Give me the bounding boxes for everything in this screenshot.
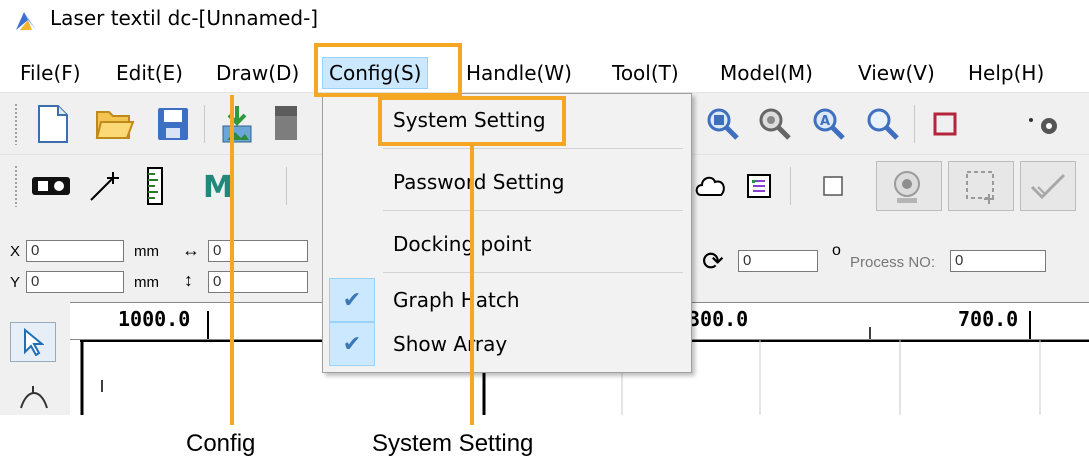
window-title: Laser textil dc-[Unnamed-]: [50, 6, 319, 30]
cloud-shape-icon[interactable]: [688, 163, 734, 209]
x-label: X: [10, 243, 21, 260]
select-frame-icon[interactable]: [922, 101, 968, 147]
import-icon[interactable]: [214, 101, 260, 147]
menu-item-label: Graph Hatch: [393, 288, 520, 312]
zoom-window-icon[interactable]: [752, 101, 798, 147]
menu-separator: [383, 148, 683, 149]
menu-item-show-array[interactable]: ✔ Show Array: [323, 322, 691, 366]
width-input[interactable]: 0: [208, 240, 308, 262]
option-checkbox[interactable]: [810, 163, 856, 209]
svg-text:A: A: [820, 114, 830, 129]
toolbar-grip[interactable]: [14, 165, 18, 207]
x-input[interactable]: 0: [26, 240, 124, 262]
menu-item-label: Password Setting: [393, 170, 565, 194]
x-unit-label: mm: [134, 243, 159, 260]
process-number-input[interactable]: 0: [950, 250, 1046, 272]
menu-edit[interactable]: Edit(E): [110, 59, 189, 87]
menu-handle[interactable]: Handle(W): [460, 59, 578, 87]
zoom-out-icon[interactable]: [860, 101, 906, 147]
menu-item-graph-hatch[interactable]: ✔ Graph Hatch: [323, 278, 691, 322]
height-arrow-icon: ↕: [184, 270, 193, 290]
toolbar-separator: [204, 105, 205, 143]
menu-item-label: Show Array: [393, 332, 508, 356]
config-caption: Config: [186, 430, 256, 457]
degree-symbol: o: [832, 242, 841, 259]
menu-help[interactable]: Help(H): [962, 59, 1050, 87]
select-arrow-icon[interactable]: [10, 322, 56, 362]
system-setting-pointer-line: [470, 146, 474, 425]
height-input[interactable]: 0: [208, 271, 308, 293]
rotate-input[interactable]: 0: [738, 250, 818, 272]
menu-draw[interactable]: Draw(D): [210, 59, 305, 87]
menu-view[interactable]: View(V): [852, 59, 941, 87]
toolbar-separator: [914, 105, 915, 143]
toolbar-separator: [286, 167, 287, 205]
magic-wand-icon[interactable]: [82, 163, 128, 209]
open-folder-icon[interactable]: [92, 101, 138, 147]
title-bar: Laser textil dc-[Unnamed-]: [0, 0, 1089, 44]
laser-logo-icon: [16, 12, 36, 30]
menu-separator: [383, 210, 683, 211]
camera-icon[interactable]: [876, 161, 942, 211]
menu-item-label: Docking point: [393, 232, 532, 256]
color-list-icon[interactable]: [736, 163, 782, 209]
rotate-icon: ⟳: [702, 246, 724, 276]
y-input[interactable]: 0: [26, 271, 124, 293]
menu-item-password-setting[interactable]: Password Setting: [323, 160, 691, 204]
menu-separator: [383, 272, 683, 273]
system-setting-caption: System Setting: [372, 430, 534, 457]
svg-text:M: M: [203, 171, 233, 201]
y-label: Y: [10, 274, 21, 291]
toolbar-grip[interactable]: [14, 103, 18, 145]
system-setting-highlight-box: [378, 96, 566, 146]
menu-tool[interactable]: Tool(T): [606, 59, 685, 87]
process-number-label: Process NO:: [850, 254, 936, 271]
menu-model[interactable]: Model(M): [714, 59, 819, 87]
ruler-icon[interactable]: [132, 163, 178, 209]
zoom-in-icon[interactable]: [700, 101, 746, 147]
config-highlight-box: [314, 43, 462, 97]
toolbar-separator: [790, 167, 791, 205]
width-arrow-icon: ↔: [182, 240, 200, 260]
menu-file[interactable]: File(F): [14, 59, 87, 87]
left-toolbox: [0, 302, 70, 415]
export-icon[interactable]: [262, 101, 308, 147]
frame-select-icon[interactable]: [948, 161, 1014, 211]
checkmark-icon: ✔: [329, 322, 375, 366]
node-edit-icon[interactable]: [14, 380, 54, 414]
laser-head-icon[interactable]: [1020, 101, 1066, 147]
zoom-all-icon[interactable]: A: [806, 101, 852, 147]
confirm-check-icon[interactable]: [1020, 161, 1076, 211]
config-pointer-line: [230, 95, 234, 425]
checkmark-icon: ✔: [329, 278, 375, 322]
model-m-icon[interactable]: M: [196, 163, 242, 209]
laser-device-icon[interactable]: [28, 163, 74, 209]
menu-bar: File(F) Edit(E) Draw(D) Config(S) Handle…: [0, 52, 1089, 92]
y-unit-label: mm: [134, 274, 159, 291]
menu-item-docking-point[interactable]: Docking point: [323, 222, 691, 266]
save-icon[interactable]: [150, 101, 196, 147]
new-file-icon[interactable]: [30, 101, 76, 147]
